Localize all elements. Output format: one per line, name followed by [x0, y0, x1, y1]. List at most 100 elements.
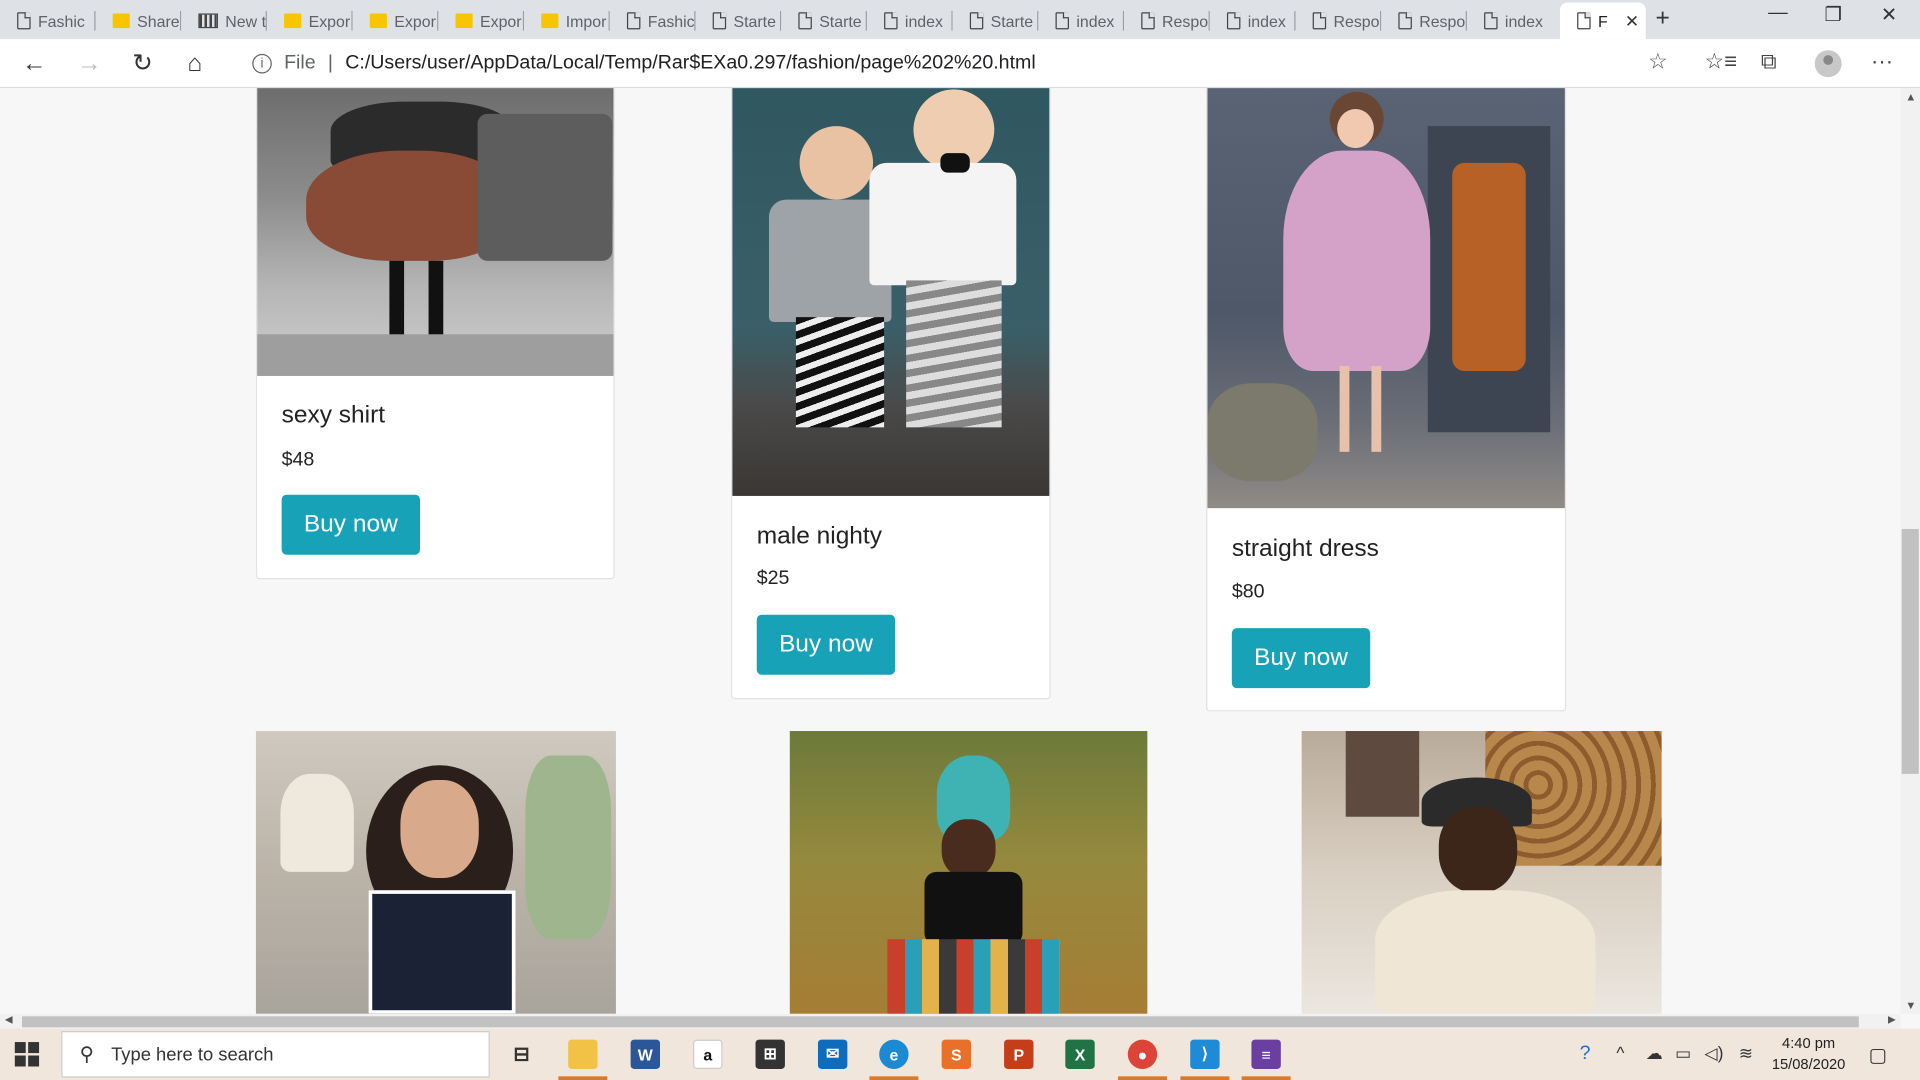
word-icon[interactable]: W [630, 1039, 661, 1069]
browser-tab[interactable]: index [1467, 2, 1560, 39]
scroll-down-icon[interactable]: ▼ [1905, 999, 1916, 1011]
vscode-icon[interactable]: ⟩ [1190, 1039, 1220, 1069]
browser-tab[interactable]: Impor [524, 2, 610, 39]
scheme-label: File [284, 52, 316, 74]
browser-toolbar: ← → ↻ ⌂ i File | C:/Users/user/AppData/L… [0, 39, 1920, 89]
browser-tab[interactable]: Share [96, 2, 182, 39]
powerpoint-icon[interactable]: P [1004, 1039, 1034, 1069]
browser-tab[interactable]: index [1210, 2, 1296, 39]
page-icon [1141, 12, 1155, 30]
task-view-icon[interactable]: ⊟ [507, 1040, 536, 1069]
favorites-icon[interactable]: ☆≡ [1705, 49, 1738, 75]
folder-icon [284, 13, 302, 29]
scroll-up-icon[interactable]: ▲ [1905, 91, 1916, 103]
wifi-icon[interactable]: ≋ [1739, 1043, 1753, 1064]
page-icon [1055, 12, 1069, 30]
help-icon[interactable]: ? [1580, 1043, 1591, 1065]
browser-tab[interactable]: Expor [438, 2, 525, 39]
browser-tab[interactable]: Starte [696, 2, 782, 39]
page-icon [1398, 12, 1412, 30]
folder-icon [455, 13, 473, 29]
product-price: $48 [281, 449, 315, 471]
buy-now-button[interactable]: Buy now [756, 614, 896, 675]
close-tab-icon[interactable]: ✕ [1625, 10, 1639, 31]
buy-now-button[interactable]: Buy now [281, 494, 421, 555]
scrollbar-thumb[interactable] [1901, 528, 1919, 774]
favorite-star-icon[interactable]: ☆ [1648, 49, 1668, 75]
product-image [255, 731, 616, 1014]
amazon-icon[interactable]: a [693, 1039, 723, 1069]
chevron-up-icon[interactable]: ^ [1616, 1043, 1624, 1063]
browser-tab[interactable]: Respo [1296, 2, 1382, 39]
page-icon [712, 12, 727, 30]
tab-label: Respo [1419, 11, 1466, 31]
browser-tab[interactable]: Starte [781, 2, 867, 39]
edge-icon[interactable]: e [879, 1039, 909, 1069]
page-icon [17, 12, 31, 30]
forward-icon[interactable]: → [77, 49, 101, 78]
refresh-icon[interactable]: ↻ [132, 49, 153, 78]
minimize-icon[interactable]: — [1768, 2, 1788, 24]
url-text[interactable]: C:/Users/user/AppData/Local/Temp/Rar$EXa… [345, 53, 1035, 75]
new-tab-icon[interactable]: + [1656, 5, 1670, 33]
winrar-icon[interactable]: ≡ [1251, 1039, 1281, 1069]
tab-label: Respo [1162, 11, 1209, 31]
home-icon[interactable]: ⌂ [187, 49, 202, 78]
browser-tab[interactable]: New t [181, 2, 267, 39]
taskbar-clock[interactable]: 4:40 pm 15/08/2020 [1768, 1033, 1849, 1075]
tab-label: Expor [394, 11, 436, 31]
windows-taskbar: ⚲ Type here to search ⊟ W a ⊞ ✉ e S P X … [0, 1028, 1920, 1080]
notifications-icon[interactable]: ▢ [1869, 1043, 1888, 1067]
volume-icon[interactable]: ◁) [1705, 1043, 1724, 1064]
browser-tab-active[interactable]: F ✕ [1560, 2, 1646, 40]
browser-tab[interactable]: Fashic [610, 2, 696, 39]
browser-tab[interactable]: index [1038, 2, 1125, 39]
mail-icon[interactable]: ✉ [817, 1039, 848, 1069]
restore-icon[interactable]: ❐ [1825, 2, 1843, 26]
browser-tab[interactable]: Respo [1124, 2, 1210, 39]
battery-icon[interactable]: ▭ [1675, 1043, 1691, 1064]
browser-tab[interactable]: Expor [267, 2, 353, 39]
folder-icon [369, 13, 387, 29]
page-icon [1577, 12, 1591, 30]
excel-icon[interactable]: X [1065, 1039, 1095, 1069]
chrome-icon[interactable]: ● [1127, 1039, 1158, 1069]
collections-icon[interactable]: ⧉ [1761, 49, 1777, 75]
product-title: sexy shirt [281, 401, 386, 429]
page-icon [969, 12, 984, 30]
buy-now-button[interactable]: Buy now [1231, 628, 1371, 689]
windows-start-icon[interactable] [14, 1042, 40, 1067]
product-title: straight dress [1231, 535, 1379, 563]
address-bar[interactable]: i File | C:/Users/user/AppData/Local/Tem… [235, 44, 1681, 84]
close-window-icon[interactable]: ✕ [1881, 2, 1897, 26]
browser-tab[interactable]: Expor [353, 2, 439, 39]
browser-tab[interactable]: Fashic [0, 2, 96, 39]
sublime-icon[interactable]: S [941, 1039, 972, 1069]
tab-label: Expor [308, 11, 351, 31]
clock-date: 15/08/2020 [1771, 1055, 1846, 1073]
page-icon [1312, 12, 1327, 30]
browser-tab[interactable]: Starte [953, 2, 1039, 39]
tab-label: Starte [733, 11, 776, 31]
scroll-right-icon[interactable]: ▶ [1888, 1014, 1896, 1025]
tab-label: index [1504, 11, 1543, 31]
more-menu-icon[interactable]: ··· [1871, 49, 1893, 75]
info-icon[interactable]: i [252, 53, 272, 74]
tab-label: Fashic [37, 11, 85, 31]
vertical-scrollbar[interactable]: ▲ ▼ [1900, 88, 1920, 1014]
store-icon[interactable]: ⊞ [755, 1039, 785, 1069]
tab-label: Respo [1333, 11, 1380, 31]
scrollbar-thumb[interactable] [22, 1016, 1859, 1028]
profile-avatar[interactable] [1814, 50, 1842, 78]
scroll-left-icon[interactable]: ◀ [5, 1014, 13, 1025]
back-icon[interactable]: ← [22, 49, 46, 78]
tab-label: index [1247, 11, 1286, 31]
taskbar-search[interactable]: ⚲ Type here to search [61, 1031, 490, 1078]
horizontal-scrollbar[interactable]: ◀ ▶ [0, 1013, 1901, 1029]
product-card: sexy shirt $48 Buy now [255, 88, 615, 580]
tab-label: New t [225, 11, 267, 31]
file-explorer-icon[interactable] [568, 1039, 598, 1069]
browser-tab[interactable]: Respo [1381, 2, 1467, 39]
onedrive-icon[interactable]: ☁ [1646, 1043, 1663, 1064]
browser-tab[interactable]: index [867, 2, 953, 39]
